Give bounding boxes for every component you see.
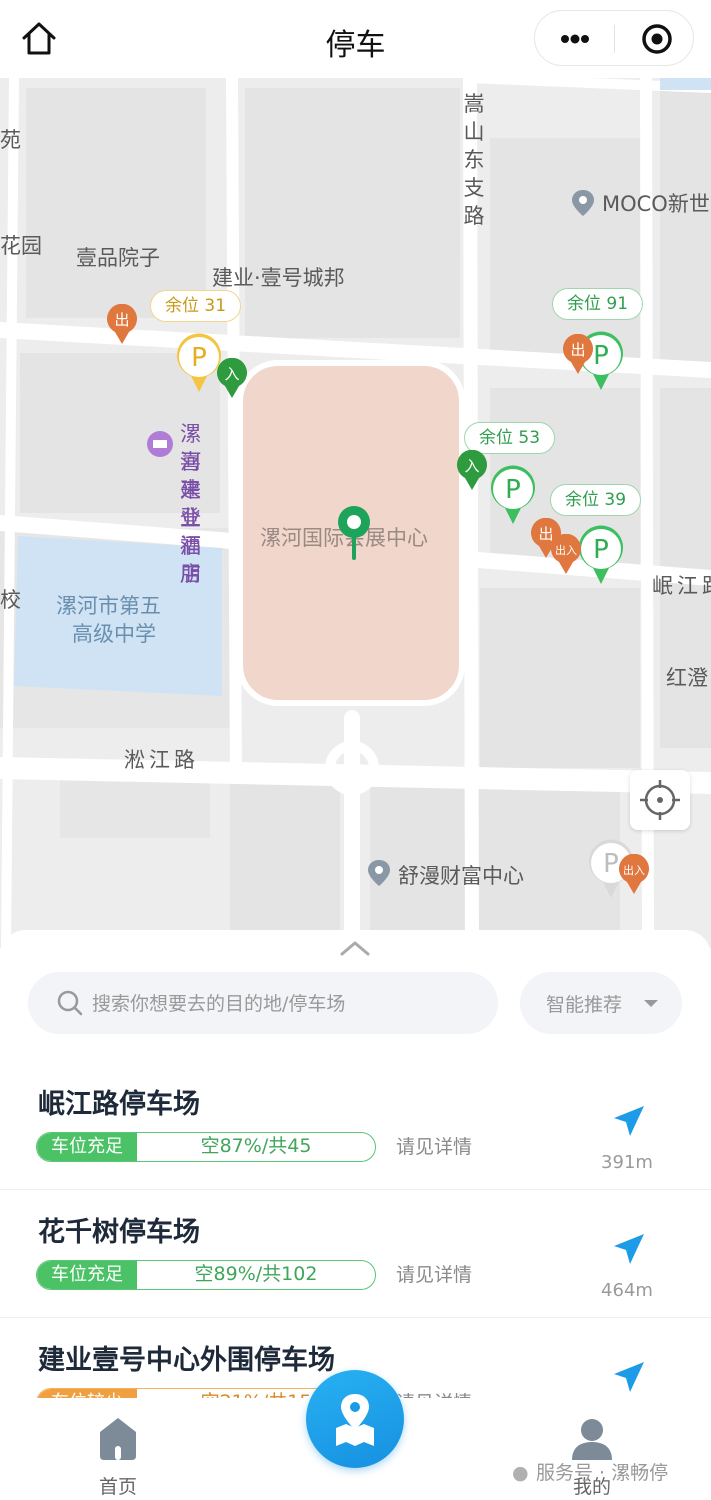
smart-recommend-dropdown[interactable]: 智能推荐 — [520, 972, 682, 1034]
parking-marker[interactable]: P — [576, 524, 626, 586]
exit-glyph: 出 — [570, 341, 585, 359]
exit-glyph: 出 — [114, 311, 129, 329]
entry-marker[interactable]: 入 — [456, 449, 488, 492]
parking-lot-item[interactable]: 花千树停车场 车位充足 空89%/共102 请见详情 464m — [0, 1190, 711, 1318]
map-view[interactable]: 嵩山东支路 淞江路 岷江路 建业·壹号城邦 壹品院子 花园 苑 校 红澄 MOC… — [0, 78, 711, 948]
exit-entry-glyph: 出入 — [555, 543, 577, 557]
area-label-left-2: 校 — [0, 588, 21, 612]
area-label-left-1: 苑 — [0, 128, 21, 152]
road-label-songshan: 嵩山东支路 — [463, 92, 485, 228]
entry-glyph: 入 — [224, 365, 239, 383]
details-link[interactable]: 请见详情 — [396, 1260, 472, 1287]
mini-program-capsule — [534, 10, 694, 66]
exit-entry-glyph: 出入 — [623, 863, 645, 877]
location-pin-icon — [572, 190, 594, 216]
area-label-hongcheng: 红澄 — [666, 666, 708, 690]
parking-lot-item[interactable]: 岷江路停车场 车位充足 空87%/共45 请见详情 391m — [0, 1062, 711, 1190]
road-label-songjiang: 淞江路 — [124, 748, 199, 772]
search-icon — [57, 990, 83, 1016]
availability-status-tag: 车位充足 — [37, 1133, 137, 1161]
exit-pin-icon: 出 — [107, 303, 137, 344]
entry-pin-icon: 入 — [217, 357, 247, 398]
poi-label-hotel-2: 喜来登酒店 — [180, 450, 201, 586]
search-placeholder: 搜索你想要去的目的地/停车场 — [92, 993, 346, 1015]
exit-entry-pin-icon: 出入 — [551, 533, 581, 574]
exit-entry-marker[interactable]: 出入 — [618, 853, 650, 896]
availability-status-tag: 车位充足 — [37, 1261, 137, 1289]
map-nav-button[interactable] — [306, 1370, 404, 1468]
parking-availability-pill[interactable]: 余位 39 — [550, 484, 642, 516]
parking-pin-icon: P — [491, 465, 535, 524]
parking-p-glyph: P — [505, 475, 521, 505]
availability-bar: 车位充足 空87%/共45 — [36, 1132, 376, 1162]
top-bar: 停车 — [0, 0, 711, 78]
parking-p-glyph: P — [603, 849, 619, 879]
entry-marker[interactable]: 入 — [216, 357, 248, 400]
chevron-up-icon[interactable] — [338, 938, 372, 958]
area-label-garden: 花园 — [0, 234, 42, 258]
target-close-icon[interactable] — [615, 11, 694, 67]
distance-label: 464m — [601, 1280, 653, 1301]
map-location-icon — [336, 1394, 374, 1446]
current-location-pin — [334, 504, 374, 562]
availability-bar: 车位充足 空89%/共102 — [36, 1260, 376, 1290]
more-dots-icon[interactable] — [535, 11, 614, 67]
availability-text: 空89%/共102 — [194, 1263, 318, 1285]
poi-label-school-1: 漯河市第五 — [56, 594, 161, 618]
area-label-yipin: 壹品院子 — [76, 246, 160, 270]
caret-down-icon — [644, 1000, 658, 1007]
crosshair-icon — [640, 780, 680, 820]
details-link[interactable]: 请见详情 — [396, 1132, 472, 1159]
distance-label: 391m — [601, 1152, 653, 1173]
parking-lot-name: 建业壹号中心外围停车场 — [38, 1345, 335, 1376]
location-pin-icon — [368, 860, 390, 886]
smart-recommend-label: 智能推荐 — [546, 994, 623, 1016]
parking-p-glyph: P — [593, 535, 609, 565]
wechat-watermark: ● 服务号 · 漯畅停 — [512, 1458, 668, 1485]
hotel-icon — [147, 431, 173, 457]
navigate-arrow-icon[interactable] — [608, 1102, 648, 1142]
locate-me-button[interactable] — [630, 770, 690, 830]
poi-label-shuman: 舒漫财富中心 — [398, 864, 524, 888]
parking-pin-icon: P — [579, 525, 623, 584]
parking-availability-pill[interactable]: 余位 31 — [150, 290, 242, 322]
exit-marker[interactable]: 出 — [562, 333, 594, 376]
exit-entry-marker[interactable]: 出入 — [550, 533, 582, 576]
parking-lot-name: 岷江路停车场 — [38, 1089, 200, 1120]
watermark-text: 服务号 · 漯畅停 — [536, 1462, 669, 1484]
poi-label-moco: MOCO新世 — [602, 192, 710, 216]
road-label-minjiang: 岷江路 — [652, 574, 711, 598]
entry-pin-icon: 入 — [457, 449, 487, 490]
wechat-icon: ● — [512, 1462, 529, 1484]
area-label-jianye: 建业·壹号城邦 — [212, 266, 345, 290]
search-input[interactable]: 搜索你想要去的目的地/停车场 — [28, 972, 498, 1034]
tab-home[interactable]: 首页 — [78, 1410, 158, 1498]
availability-text: 空87%/共45 — [200, 1135, 312, 1157]
poi-label-school-2: 高级中学 — [72, 622, 156, 646]
parking-lot-name: 花千树停车场 — [38, 1217, 200, 1248]
tab-home-label: 首页 — [98, 1476, 137, 1498]
parking-p-glyph: P — [191, 343, 207, 373]
navigate-arrow-icon[interactable] — [608, 1230, 648, 1270]
entry-glyph: 入 — [464, 457, 479, 475]
home-tab-icon — [100, 1418, 136, 1460]
navigate-arrow-icon[interactable] — [608, 1358, 648, 1398]
bottom-tab-bar: 首页 我的 ● 服务号 · 漯畅停 — [0, 1370, 711, 1500]
parking-p-glyph: P — [593, 341, 609, 371]
map-center-pin-icon — [338, 506, 370, 560]
parking-availability-pill[interactable]: 余位 91 — [552, 288, 644, 320]
exit-marker[interactable]: 出 — [106, 303, 138, 346]
exit-entry-pin-icon: 出入 — [619, 853, 649, 894]
exit-pin-icon: 出 — [563, 333, 593, 374]
parking-marker[interactable]: P — [488, 464, 538, 526]
